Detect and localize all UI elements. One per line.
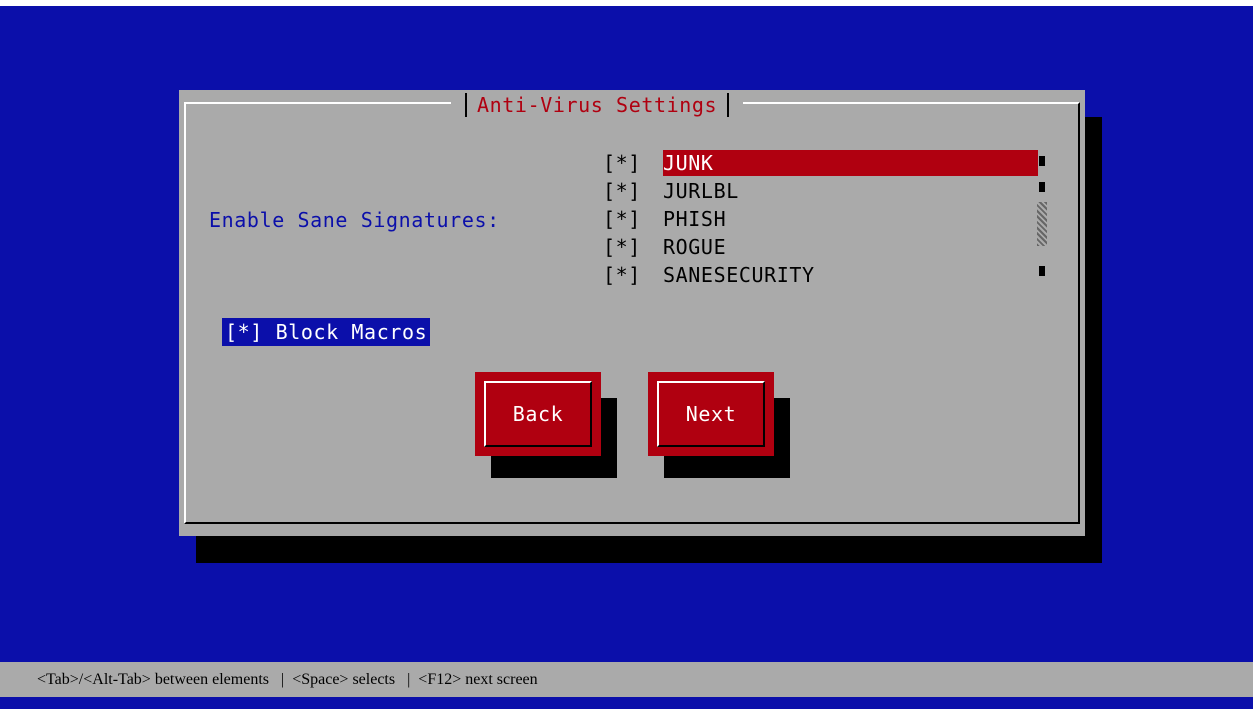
signature-name-phish: PHISH xyxy=(663,207,727,231)
checkbox-junk[interactable]: [*] xyxy=(603,150,663,176)
signature-item-phish[interactable]: [*] PHISH xyxy=(603,206,726,232)
anti-virus-settings-dialog: Anti-Virus Settings Enable Sane Signatur… xyxy=(179,90,1085,536)
checkbox-phish[interactable]: [*] xyxy=(603,206,663,232)
checkbox-sanesecurity[interactable]: [*] xyxy=(603,262,663,288)
signature-item-junk[interactable]: [*] JUNK xyxy=(603,150,1038,176)
signature-name-junk: JUNK xyxy=(663,150,1038,176)
signature-item-jurlbl[interactable]: [*] JURLBL xyxy=(603,178,739,204)
next-button[interactable]: Next xyxy=(648,372,774,456)
signature-name-rogue: ROGUE xyxy=(663,235,727,259)
signature-name-sanesecurity: SANESECURITY xyxy=(663,263,815,287)
scroll-thumb[interactable] xyxy=(1037,202,1047,246)
scroll-down-arrow-icon[interactable] xyxy=(1039,266,1045,276)
dialog-title-bar: Anti-Virus Settings xyxy=(451,90,744,120)
keyboard-hint-bar: <Tab>/<Alt-Tab> between elements | <Spac… xyxy=(0,662,1253,697)
back-button[interactable]: Back xyxy=(475,372,601,456)
signature-list-scrollbar[interactable] xyxy=(1037,156,1047,276)
next-button-label: Next xyxy=(657,381,765,447)
signature-item-sanesecurity[interactable]: [*] SANESECURITY xyxy=(603,262,815,288)
back-button-label: Back xyxy=(484,381,592,447)
signature-list[interactable]: [*] JUNK [*] JURLBL [*] PHISH [*] ROGUE … xyxy=(603,150,1039,290)
dialog-title: Anti-Virus Settings xyxy=(477,93,718,117)
signature-item-rogue[interactable]: [*] ROGUE xyxy=(603,234,726,260)
checkbox-rogue[interactable]: [*] xyxy=(603,234,663,260)
enable-sane-signatures-label: Enable Sane Signatures: xyxy=(209,208,500,232)
checkbox-jurlbl[interactable]: [*] xyxy=(603,178,663,204)
scroll-track-mark-icon xyxy=(1039,182,1045,192)
block-macros-checkbox[interactable]: [*] Block Macros xyxy=(222,318,431,346)
signature-name-jurlbl: JURLBL xyxy=(663,179,739,203)
title-right-tick xyxy=(727,93,730,117)
screen-background: Anti-Virus Settings Enable Sane Signatur… xyxy=(0,6,1253,709)
scroll-up-arrow-icon[interactable] xyxy=(1039,156,1045,166)
